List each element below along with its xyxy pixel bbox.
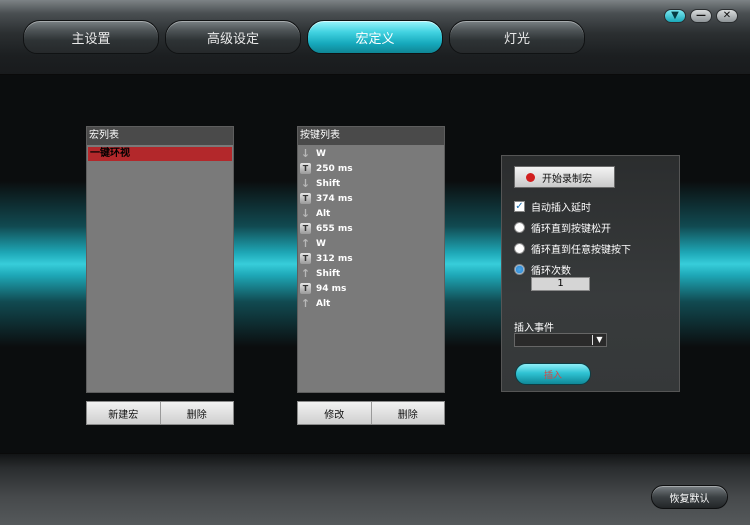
arrow-up-icon: ↑ xyxy=(300,268,311,279)
key-list-item[interactable]: ↓ Shift xyxy=(298,176,444,191)
record-dot-icon xyxy=(526,172,535,182)
macro-list-item[interactable]: 一键环视 xyxy=(88,147,232,161)
checkbox-checked-icon[interactable]: ✓ xyxy=(514,201,525,212)
auto-delay-label: 自动插入延时 xyxy=(531,203,591,214)
key-list-rows: ↓ W T 250 ms ↓ Shift T 374 ms ↓ Alt T 655 ms ↑ W T 312 … xyxy=(298,145,444,311)
key-list-item[interactable]: ↓ Alt xyxy=(298,206,444,221)
radio-icon[interactable] xyxy=(514,243,525,254)
loop-count-label: 循环次数 xyxy=(531,266,571,277)
key-list-item-text: Shift xyxy=(316,268,341,279)
arrow-up-glyph: ↑ xyxy=(300,267,311,280)
key-list-item[interactable]: T 94 ms xyxy=(298,281,444,296)
key-list-item-text: 94 ms xyxy=(316,283,347,294)
delete-macro-button[interactable]: 删除 xyxy=(160,402,233,424)
key-list-item[interactable]: T 250 ms xyxy=(298,161,444,176)
chevron-down-icon[interactable]: ▼ xyxy=(593,334,606,346)
arrow-down-glyph: ↓ xyxy=(300,177,311,190)
arrow-down-glyph: ↓ xyxy=(300,207,311,220)
delay-icon: T xyxy=(300,283,311,294)
dropdown-icon[interactable]: ▼ xyxy=(664,9,686,23)
insert-button[interactable]: 插入 xyxy=(515,363,591,385)
loop-until-any-key-label: 循环直到任意按键按下 xyxy=(531,245,631,256)
delete-key-button[interactable]: 删除 xyxy=(371,402,444,424)
delay-icon: T xyxy=(300,223,311,234)
key-list-item[interactable]: ↑ Alt xyxy=(298,296,444,311)
loop-count-input[interactable]: 1 xyxy=(531,277,590,291)
key-list-item[interactable]: T 374 ms xyxy=(298,191,444,206)
close-icon[interactable]: ✕ xyxy=(716,9,738,23)
key-list-item[interactable]: T 312 ms xyxy=(298,251,444,266)
tab-lighting[interactable]: 灯光 xyxy=(449,20,585,54)
key-list-item-text: W xyxy=(316,238,326,249)
key-list-item-text: Alt xyxy=(316,298,331,309)
key-list-item-text: W xyxy=(316,148,326,159)
key-list-panel: 按键列表 ↓ W T 250 ms ↓ Shift T 374 ms ↓ Alt T 655 ms ↑ W… xyxy=(297,126,445,393)
key-list-header: 按键列表 xyxy=(298,127,444,145)
delay-icon: T xyxy=(300,253,311,264)
arrow-up-icon: ↑ xyxy=(300,298,311,309)
key-list-item-text: 655 ms xyxy=(316,223,353,234)
macro-list-buttons: 新建宏 删除 xyxy=(86,401,234,425)
key-list-item-text: 312 ms xyxy=(316,253,353,264)
key-list-item-text: 250 ms xyxy=(316,163,353,174)
loop-until-release-option[interactable]: 循环直到按键松开 xyxy=(514,220,611,235)
macro-list-header: 宏列表 xyxy=(87,127,233,145)
arrow-down-icon: ↓ xyxy=(300,148,311,159)
key-list-item-text: Shift xyxy=(316,178,341,189)
record-panel: 开始录制宏 ✓ 自动插入延时 循环直到按键松开 循环直到任意按键按下 循环次数 … xyxy=(501,155,680,392)
tab-bar: 主设置 高级设定 宏定义 灯光 xyxy=(23,20,591,54)
tab-main-settings[interactable]: 主设置 xyxy=(23,20,159,54)
delay-glyph: T xyxy=(300,253,311,264)
key-list-item[interactable]: ↓ W xyxy=(298,146,444,161)
delay-glyph: T xyxy=(300,193,311,204)
arrow-up-glyph: ↑ xyxy=(300,297,311,310)
radio-icon[interactable] xyxy=(514,222,525,233)
tab-macro-definition[interactable]: 宏定义 xyxy=(307,20,443,54)
delay-glyph: T xyxy=(300,283,311,294)
arrow-down-icon: ↓ xyxy=(300,208,311,219)
delay-icon: T xyxy=(300,193,311,204)
modify-key-button[interactable]: 修改 xyxy=(298,402,372,424)
auto-delay-option[interactable]: ✓ 自动插入延时 xyxy=(514,199,591,214)
delay-glyph: T xyxy=(300,223,311,234)
key-list-item-text: 374 ms xyxy=(316,193,353,204)
start-record-label: 开始录制宏 xyxy=(542,173,592,185)
radio-selected-icon[interactable] xyxy=(514,264,525,275)
macro-list-panel: 宏列表 一键环视 xyxy=(86,126,234,393)
key-list-item[interactable]: ↑ Shift xyxy=(298,266,444,281)
arrow-up-icon: ↑ xyxy=(300,238,311,249)
top-bar: 主设置 高级设定 宏定义 灯光 ▼ — ✕ xyxy=(0,0,750,75)
arrow-up-glyph: ↑ xyxy=(300,237,311,250)
arrow-down-glyph: ↓ xyxy=(300,147,311,160)
loop-count-option[interactable]: 循环次数 xyxy=(514,262,571,277)
start-record-button[interactable]: 开始录制宏 xyxy=(514,166,615,188)
tab-advanced-settings[interactable]: 高级设定 xyxy=(165,20,301,54)
restore-defaults-button[interactable]: 恢复默认 xyxy=(651,485,728,509)
window-controls: ▼ — ✕ xyxy=(660,9,738,23)
key-list-buttons: 修改 删除 xyxy=(297,401,445,425)
new-macro-button[interactable]: 新建宏 xyxy=(87,402,161,424)
loop-until-release-label: 循环直到按键松开 xyxy=(531,224,611,235)
key-list-item-text: Alt xyxy=(316,208,331,219)
arrow-down-icon: ↓ xyxy=(300,178,311,189)
delay-icon: T xyxy=(300,163,311,174)
delay-glyph: T xyxy=(300,163,311,174)
insert-event-select[interactable]: ▼ xyxy=(514,333,607,347)
insert-event-label: 插入事件 xyxy=(514,323,554,334)
key-list-item[interactable]: ↑ W xyxy=(298,236,444,251)
loop-until-any-key-option[interactable]: 循环直到任意按键按下 xyxy=(514,241,631,256)
key-list-item[interactable]: T 655 ms xyxy=(298,221,444,236)
bottom-bar: 恢复默认 xyxy=(0,453,750,525)
minimize-icon[interactable]: — xyxy=(690,9,712,23)
